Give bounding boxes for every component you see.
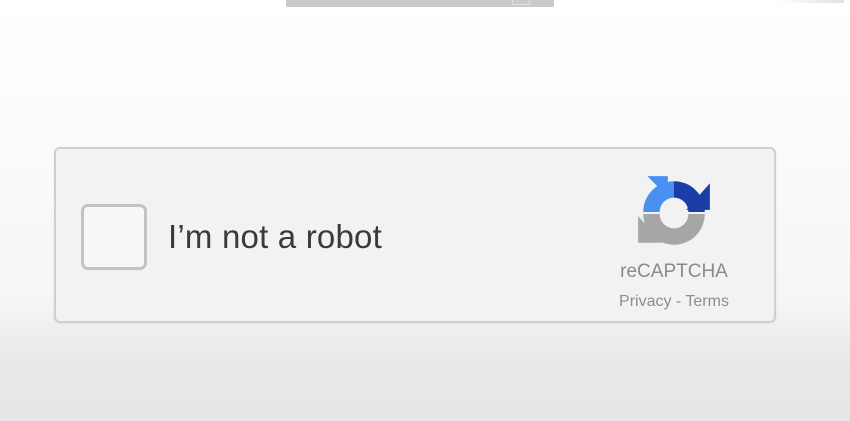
not-a-robot-checkbox[interactable]	[81, 204, 147, 270]
terms-link[interactable]: Terms	[685, 293, 729, 310]
privacy-terms-links: Privacy - Terms	[594, 291, 754, 313]
not-a-robot-label: I’m not a robot	[168, 218, 382, 255]
corner-mark	[776, 0, 844, 3]
links-separator: -	[671, 293, 686, 310]
recaptcha-brand-name: reCAPTCHA	[620, 261, 728, 282]
privacy-link[interactable]: Privacy	[619, 293, 671, 310]
recaptcha-branding: reCAPTCHA Privacy - Terms	[604, 173, 744, 313]
recaptcha-widget: I’m not a robot reCAPTCHA Privacy - Term…	[54, 147, 776, 323]
top-toolbar-strip	[286, 0, 554, 7]
recaptcha-logo-icon	[638, 176, 710, 245]
toolbar-notch	[512, 0, 530, 5]
